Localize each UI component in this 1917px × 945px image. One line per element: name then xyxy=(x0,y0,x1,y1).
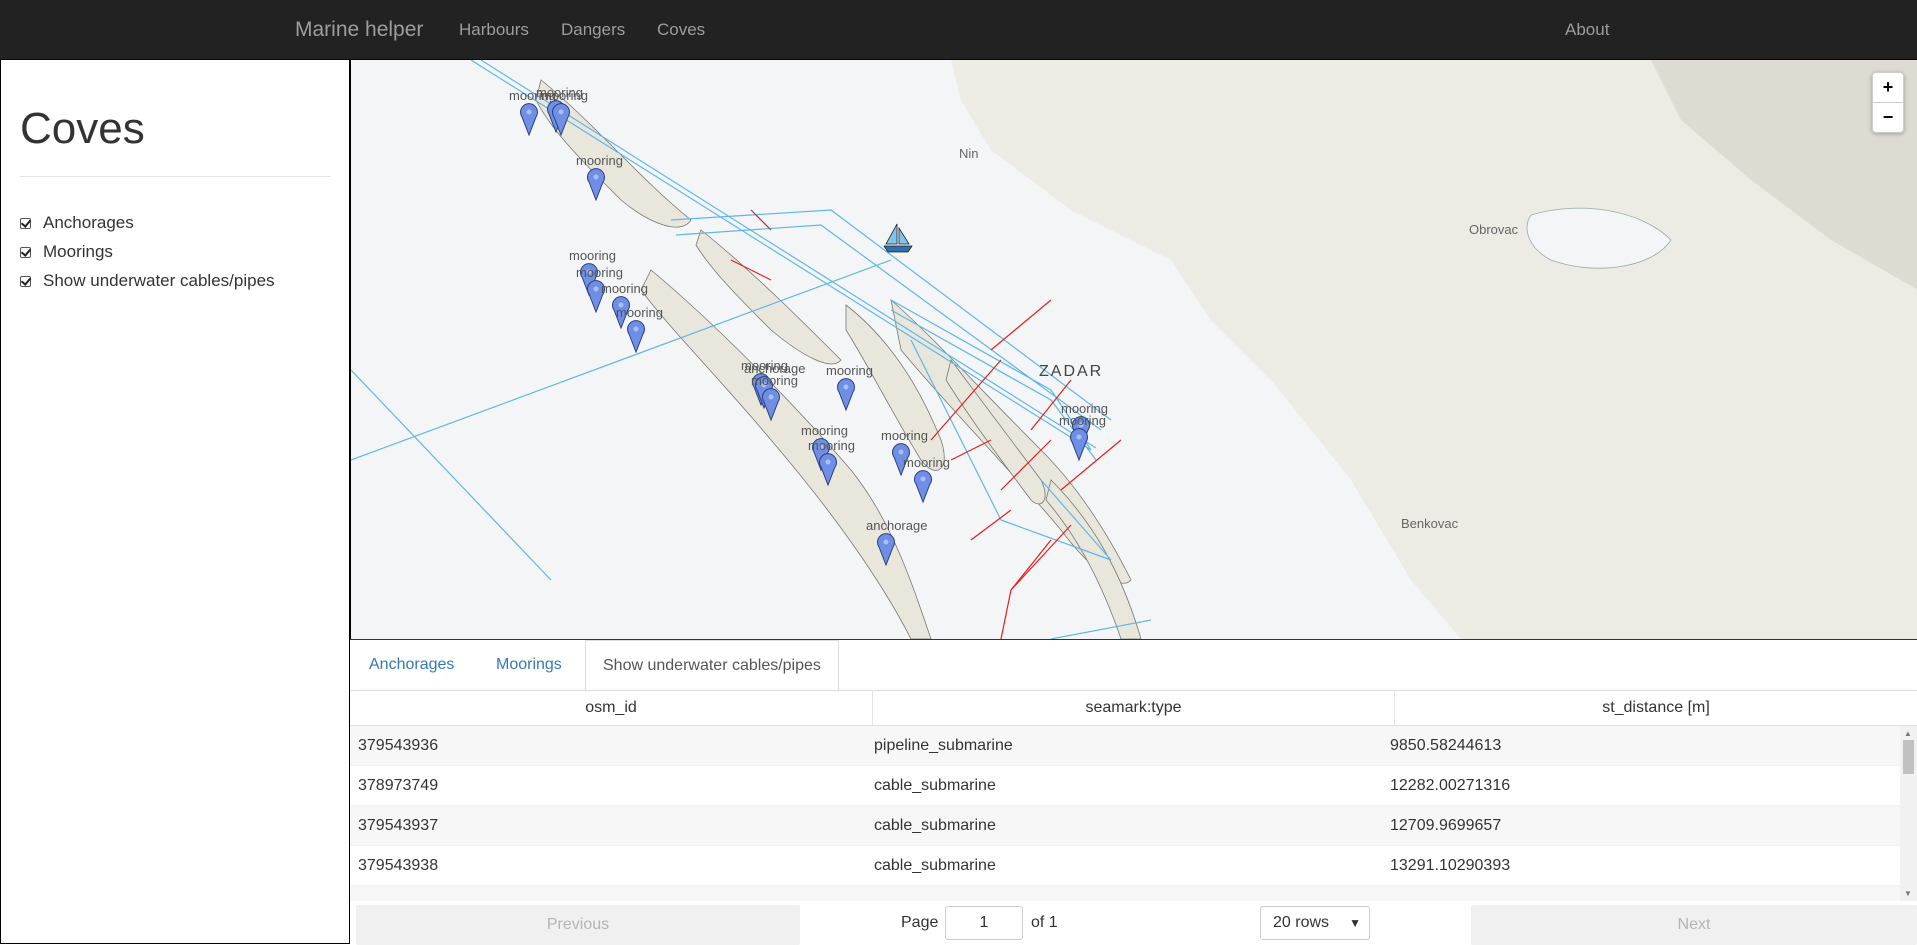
marker-label: mooring xyxy=(826,363,873,378)
next-button[interactable]: Next xyxy=(1471,905,1917,945)
page-count-label: of 1 xyxy=(1031,914,1058,931)
moorings-checkbox[interactable] xyxy=(20,246,31,258)
boat-icon[interactable] xyxy=(883,223,913,253)
sidebar: Coves Anchorages Moorings Show underwate… xyxy=(0,60,350,944)
map-canvas[interactable]: Nin ZADAR Obrovac Benkovac mooringmoorin… xyxy=(351,60,1917,639)
option-anchorages[interactable]: Anchorages xyxy=(20,213,134,233)
marker-label: mooring xyxy=(751,373,798,388)
nav-harbours[interactable]: Harbours xyxy=(459,20,529,40)
marker-label: mooring xyxy=(801,423,848,438)
cell-osm-id: 379543937 xyxy=(358,817,439,834)
cell-distance: 12282.00271316 xyxy=(1390,777,1511,794)
cell-distance: 9850.58244613 xyxy=(1390,737,1502,754)
table-body: 379543936 pipeline_submarine 9850.582446… xyxy=(350,726,1900,901)
page-label: Page xyxy=(901,914,939,931)
cell-osm-id: 379543938 xyxy=(358,857,439,874)
caret-down-icon: ▼ xyxy=(1349,916,1361,930)
place-label-nin: Nin xyxy=(959,146,979,161)
marker-label: mooring xyxy=(576,153,623,168)
map-view[interactable]: Nin ZADAR Obrovac Benkovac mooring moorin… xyxy=(350,60,1917,639)
table-row[interactable]: 378973749 cable_submarine 12282.00271316 xyxy=(350,766,1900,806)
pagination: Previous Page of 1 20 rows ▼ Next xyxy=(350,901,1917,945)
table-row[interactable]: 379543937 cable_submarine 12709.9699657 xyxy=(350,806,1900,846)
page-number-input[interactable] xyxy=(945,906,1023,940)
cell-distance: 12709.9699657 xyxy=(1390,817,1502,834)
column-header-seamark-type[interactable]: seamark:type xyxy=(873,690,1395,725)
anchorages-checkbox[interactable] xyxy=(20,217,31,229)
rows-per-page-value: 20 rows xyxy=(1273,914,1330,931)
zoom-control: + − xyxy=(1872,72,1904,133)
cell-osm-id: 379543936 xyxy=(358,737,439,754)
scroll-down-icon[interactable]: ▼ xyxy=(1904,889,1912,898)
nav-dangers[interactable]: Dangers xyxy=(561,20,625,40)
map-marker[interactable]: mooring xyxy=(826,363,873,412)
data-panel: Anchorages Moorings Show underwater cabl… xyxy=(350,639,1917,945)
cell-type: pipeline_submarine xyxy=(874,737,1013,754)
cell-type: cable_submarine xyxy=(874,857,996,874)
cell-type: cable_submarine xyxy=(874,817,996,834)
zoom-out-button[interactable]: − xyxy=(1873,103,1903,132)
marker-label: anchorage xyxy=(866,518,927,533)
place-label-obrovac: Obrovac xyxy=(1469,222,1519,237)
cell-type: cable_submarine xyxy=(874,777,996,794)
previous-button[interactable]: Previous xyxy=(356,905,800,945)
column-header-osm-id[interactable]: osm_id xyxy=(350,690,873,725)
marker-label: mooring xyxy=(881,428,928,443)
place-label-zadar: ZADAR xyxy=(1039,363,1103,380)
table-row[interactable] xyxy=(350,886,1900,901)
marker-label: mooring xyxy=(541,88,588,103)
column-header-distance[interactable]: st_distance [m] xyxy=(1395,690,1917,725)
cables-checkbox[interactable] xyxy=(20,275,31,287)
place-label-benkovac: Benkovac xyxy=(1401,516,1459,531)
cell-distance: 13291.10290393 xyxy=(1390,857,1511,874)
table-header: osm_id seamark:type st_distance [m] xyxy=(350,690,1917,726)
option-cables[interactable]: Show underwater cables/pipes xyxy=(20,271,275,291)
brand-link[interactable]: Marine helper xyxy=(295,18,423,42)
tab-bar: Anchorages Moorings Show underwater cabl… xyxy=(350,640,1917,691)
marker-label: mooring xyxy=(808,438,855,453)
marker-label: mooring xyxy=(576,265,623,280)
tab-moorings[interactable]: Moorings xyxy=(496,656,562,674)
island-shape xyxy=(1045,479,1142,639)
zoom-in-button[interactable]: + xyxy=(1873,73,1903,103)
tab-anchorages[interactable]: Anchorages xyxy=(369,656,454,674)
island-shape xyxy=(945,359,1046,505)
navbar: Marine helper Harbours Dangers Coves Abo… xyxy=(0,0,1917,60)
sidebar-title: Coves xyxy=(20,104,145,153)
marker-label: mooring xyxy=(1059,413,1106,428)
option-moorings[interactable]: Moorings xyxy=(20,242,113,262)
cables-label: Show underwater cables/pipes xyxy=(43,271,275,290)
marker-label: mooring xyxy=(903,455,950,470)
marker-label: mooring xyxy=(616,305,663,320)
scroll-up-icon[interactable]: ▲ xyxy=(1904,729,1912,738)
table-row[interactable]: 379543938 cable_submarine 13291.10290393 xyxy=(350,846,1900,886)
table-scrollbar[interactable]: ▲ ▼ xyxy=(1900,726,1917,901)
map-marker[interactable]: mooring xyxy=(616,305,663,354)
anchorages-label: Anchorages xyxy=(43,213,134,232)
scrollbar-thumb[interactable] xyxy=(1903,740,1914,774)
tab-cables[interactable]: Show underwater cables/pipes xyxy=(585,640,839,690)
moorings-label: Moorings xyxy=(43,242,113,261)
map-marker[interactable]: mooring xyxy=(1059,413,1106,462)
marker-label: mooring xyxy=(569,248,616,263)
marker-label: mooring xyxy=(601,281,648,296)
rows-per-page-select[interactable]: 20 rows ▼ xyxy=(1260,906,1370,940)
divider xyxy=(20,176,331,177)
table-row[interactable]: 379543936 pipeline_submarine 9850.582446… xyxy=(350,726,1900,766)
cell-osm-id: 378973749 xyxy=(358,777,439,794)
nav-about[interactable]: About xyxy=(1565,20,1609,40)
map-marker[interactable]: mooring xyxy=(903,455,950,504)
nav-coves[interactable]: Coves xyxy=(657,20,705,40)
